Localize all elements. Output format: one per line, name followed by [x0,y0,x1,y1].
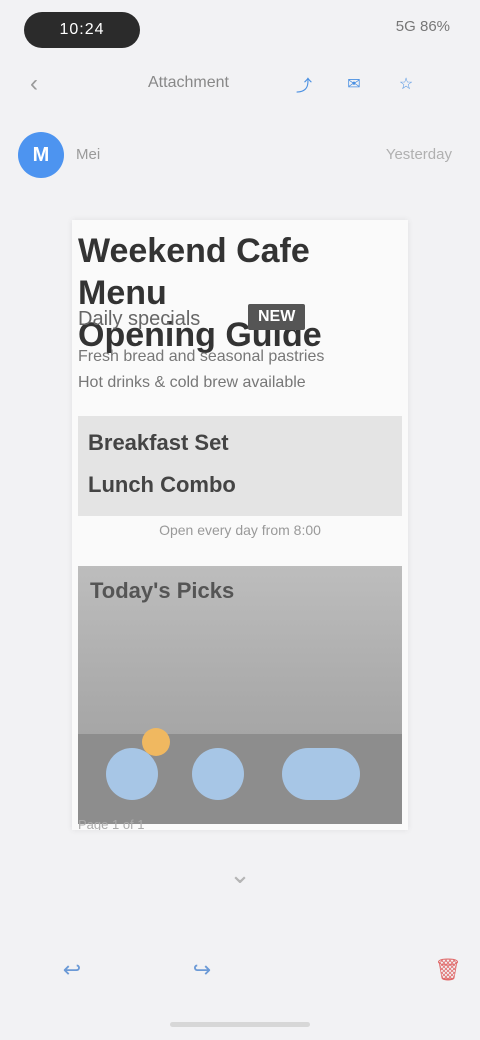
photo-label: Today's Picks [90,578,235,603]
doc-photo: Today's Picks [78,566,402,824]
sender-time: Yesterday [385,146,452,163]
sender-row: M Mei Yesterday [0,126,480,186]
doc-line-1: Fresh bread and seasonal pastries [78,348,325,365]
chevron-down-icon[interactable]: ⌄ [222,856,258,892]
doc-footer: Page 1 of 1 [78,817,145,830]
doc-caption: Open every day from 8:00 [159,522,321,538]
share-icon[interactable]: ⤴ [290,70,318,98]
doc-title-line-1: Weekend Cafe Menu [78,232,310,312]
status-time-pill: 10:24 [24,12,140,48]
doc-block-line-1: Breakfast Set [88,430,229,455]
mail-icon[interactable]: ✉ [340,70,368,98]
doc-subtitle: Daily specials [78,308,201,330]
doc-menu-block: Breakfast Set Lunch Combo [78,416,402,516]
sender-name: Mei [76,146,101,163]
doc-block-line-2: Lunch Combo [88,472,236,497]
status-bar: 10:24 5G 86% [0,0,480,56]
photo-shape-2 [192,748,244,800]
photo-shape-3 [282,748,360,800]
top-toolbar: ‹ Attachment ⤴ ✉ ☆ [0,62,480,106]
forward-icon[interactable]: ↪ [178,946,226,994]
reply-icon[interactable]: ↩ [48,946,96,994]
doc-title: Weekend Cafe Menu Opening Guide [78,230,402,356]
star-icon[interactable]: ☆ [392,70,420,98]
photo-shape-1 [106,748,158,800]
bottom-action-bar: ↩ ↪ 🗑 [0,940,480,1010]
toolbar-title: Attachment [148,74,229,91]
status-indicators: 5G 86% [395,18,450,35]
trash-icon[interactable]: 🗑 [424,946,472,994]
avatar[interactable]: M [18,132,64,178]
doc-badge: NEW [248,304,306,330]
home-indicator[interactable] [170,1022,310,1027]
attachment-preview[interactable]: Weekend Cafe Menu Opening Guide Daily sp… [72,220,408,830]
doc-line-2: Hot drinks & cold brew available [78,374,306,391]
chevron-left-icon[interactable]: ‹ [30,70,38,98]
